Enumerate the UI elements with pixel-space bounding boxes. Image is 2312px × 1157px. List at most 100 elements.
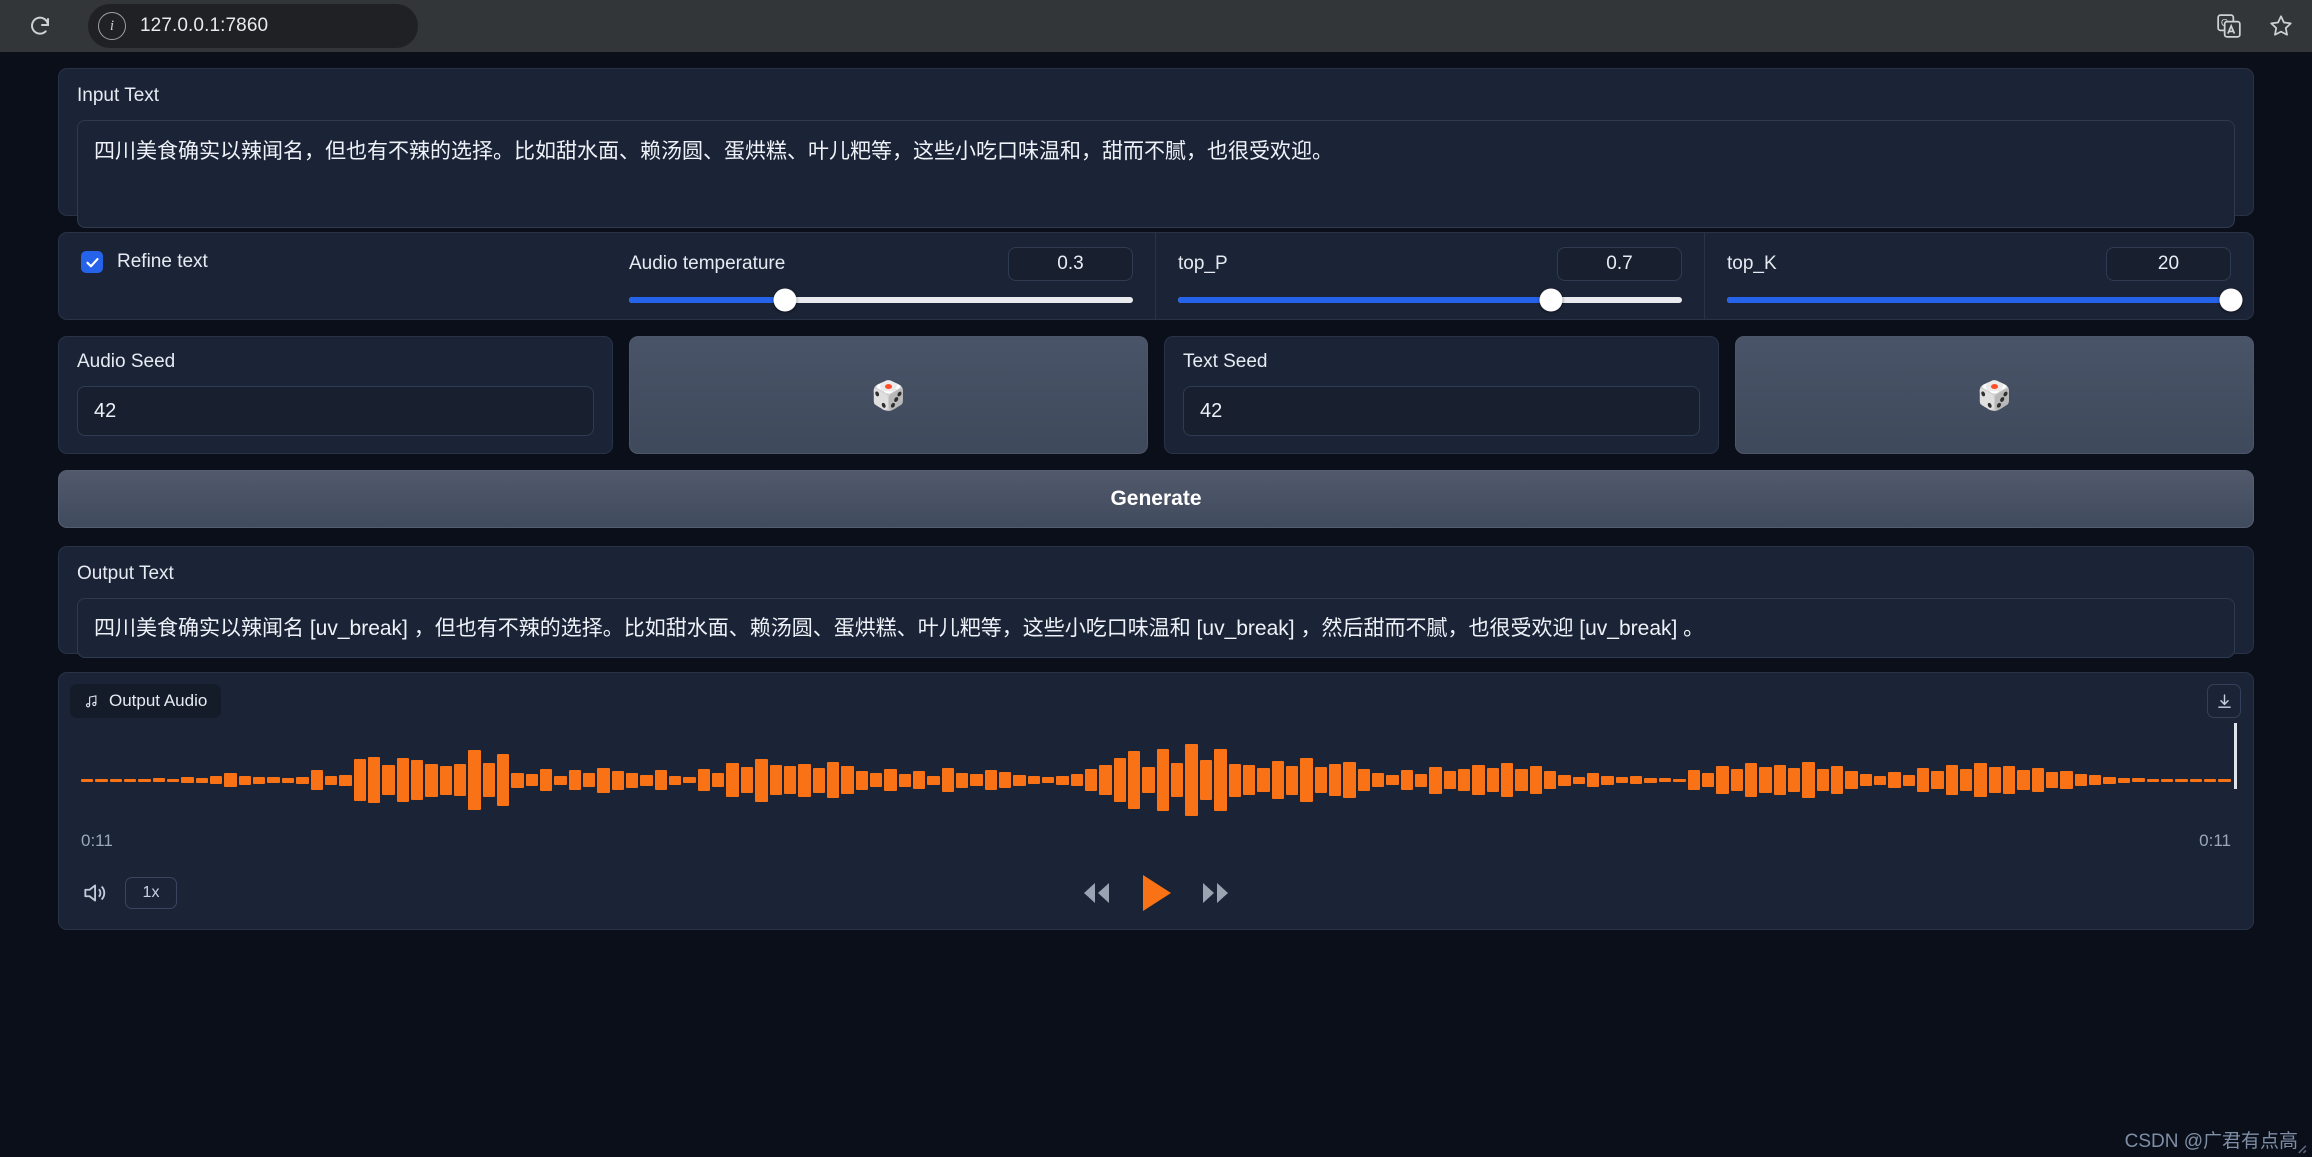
audio-temperature-value[interactable]: 0.3 [1008,247,1133,281]
top-k-slider[interactable] [1727,288,2243,312]
waveform-bar [1501,763,1514,797]
input-text-field[interactable]: 四川美食确实以辣闻名，但也有不辣的选择。比如甜水面、赖汤圆、蛋烘糕、叶儿粑等，这… [77,120,2235,228]
waveform-bar [2189,778,2202,782]
output-text-panel: Output Text 四川美食确实以辣闻名 [uv_break] ，但也有不辣… [58,546,2307,1154]
reload-icon[interactable] [18,4,62,48]
waveform-bar [410,760,424,800]
dice-icon: 🎲 [1977,379,2012,411]
waveform-bar [367,757,381,803]
waveform-bar [1242,765,1256,795]
waveform-bar [281,777,295,783]
waveform-bar [310,770,323,790]
waveform-bar [999,772,1012,788]
waveform-bar [1644,777,1657,783]
output-audio-tab[interactable]: Output Audio [70,684,222,718]
output-text-label: Output Text [77,563,174,584]
play-icon[interactable] [1139,873,1173,913]
waveform-bar [1285,765,1299,795]
waveform-bar [1730,769,1743,791]
waveform-bar [1888,772,1901,788]
waveform-bar [812,767,825,793]
input-text-panel: Input Text 四川美食确实以辣闻名，但也有不辣的选择。比如甜水面、赖汤圆… [58,68,2307,1154]
waveform-bar [224,773,237,787]
waveform-bar [1845,771,1858,789]
playback-speed-button[interactable]: 1x [125,877,177,909]
waveform-bar [1960,769,1973,791]
refine-text-checkbox[interactable] [81,251,103,273]
waveform-bar [1271,761,1284,799]
waveform-bar [1759,767,1772,793]
music-note-icon [85,694,97,707]
current-time: 0:11 [81,831,113,850]
audio-waveform[interactable] [81,735,2231,825]
waveform-bar [970,774,983,786]
star-icon[interactable] [2266,11,2296,41]
waveform-bar [1185,744,1198,816]
waveform-bar [1113,758,1127,802]
waveform-bar [439,765,452,795]
waveform-bar [1429,766,1442,794]
audio-seed-input[interactable]: 42 [77,386,594,436]
waveform-bar [1515,769,1528,791]
waveform-bar [511,772,524,788]
text-seed-dice-button[interactable]: 🎲 [1735,336,2254,454]
waveform-bar [2132,778,2145,782]
waveform-bar [167,778,180,782]
waveform-bar [238,775,252,785]
waveform-bar [1572,776,1586,784]
waveform-bar [955,772,969,788]
fast-forward-icon[interactable] [1199,879,1233,907]
waveform-bar [826,762,840,798]
waveform-bar [138,778,151,782]
waveform-bar [1070,774,1084,786]
waveform-bar [1013,774,1026,786]
gradio-app: Input Text 四川美食确实以辣闻名，但也有不辣的选择。比如甜水面、赖汤圆… [0,52,2312,1157]
waveform-bar [798,763,811,797]
waveform-bar [181,777,194,783]
top-p-value[interactable]: 0.7 [1557,247,1682,281]
waveform-bar [540,769,553,791]
waveform-bar [1630,776,1643,784]
info-icon[interactable]: i [98,12,126,40]
waveform-bar [95,778,108,782]
waveform-bar [654,770,668,790]
text-seed-input[interactable]: 42 [1183,386,1700,436]
waveform-bar [1458,769,1471,791]
browser-actions: G [2214,0,2296,52]
top-k-label: top_K [1727,253,1777,274]
output-text-field[interactable]: 四川美食确实以辣闻名 [uv_break] ，但也有不辣的选择。比如甜水面、赖汤… [77,598,2235,658]
output-audio-panel: Output Audio 0:11 0:11 1x [58,672,2254,930]
waveform-bar [1171,763,1184,797]
refine-text-control[interactable]: Refine text [59,233,607,319]
waveform-bar [783,766,797,794]
waveform-bar [1400,770,1413,790]
audio-temperature-slider[interactable] [629,288,1133,312]
output-audio-tab-label: Output Audio [109,691,208,710]
waveform-bar [884,769,897,791]
waveform-bar [597,767,610,793]
top-p-slider[interactable] [1178,288,1682,312]
waveform-bar [626,772,639,788]
waveform-bar [382,765,395,795]
top-k-value[interactable]: 20 [2106,247,2231,281]
volume-icon[interactable] [81,878,111,908]
waveform-bar [1128,751,1141,809]
download-icon[interactable] [2207,684,2241,718]
generate-button[interactable]: Generate [58,470,2254,528]
rewind-icon[interactable] [1079,879,1113,907]
waveform-bar [1787,768,1801,792]
generation-controls: Refine text Audio temperature 0.3 top_P … [58,232,2254,320]
waveform-bar [396,758,409,802]
waveform-bar [941,768,954,792]
waveform-bar [2060,771,2073,789]
waveform-bar [1371,773,1385,787]
translate-icon[interactable]: G [2214,11,2244,41]
waveform-bar [253,776,266,784]
waveform-bar [1701,773,1715,787]
waveform-bar [1414,773,1428,787]
waveform-bar [1544,771,1557,789]
audio-seed-dice-button[interactable]: 🎲 [629,336,1148,454]
browser-toolbar: i 127.0.0.1:7860 G [0,0,2312,52]
address-bar[interactable]: i 127.0.0.1:7860 [88,4,418,48]
waveform-bar [1601,775,1614,785]
